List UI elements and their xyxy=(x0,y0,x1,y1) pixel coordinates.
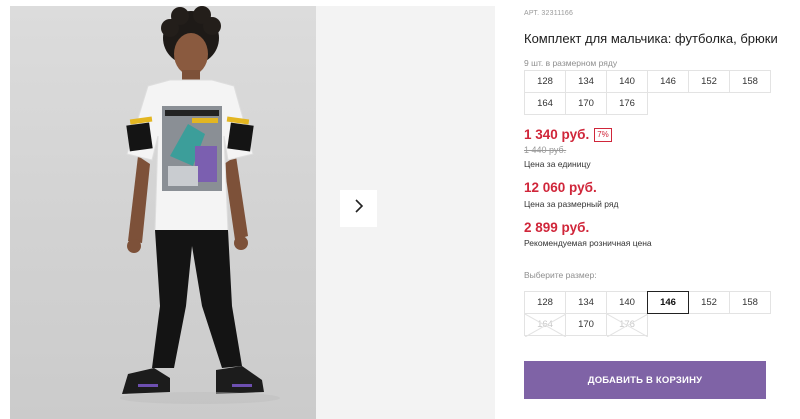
retail-price-label: Рекомендуемая розничная цена xyxy=(524,238,652,248)
size-row-item: 158 xyxy=(729,70,771,93)
crossed-out-icon xyxy=(525,314,566,337)
size-row-count: 9 шт. в размерном ряду xyxy=(524,58,618,68)
size-picker: 128 134 140 146 152 158 164 170 176 xyxy=(524,291,771,337)
size-option[interactable]: 140 xyxy=(606,291,648,314)
size-option-selected[interactable]: 146 xyxy=(647,291,689,314)
old-price: 1 440 руб. xyxy=(524,145,567,155)
crossed-out-icon xyxy=(607,314,648,337)
size-row-grid: 128 134 140 146 152 158 164 170 176 xyxy=(524,70,771,115)
retail-price: 2 899 руб. xyxy=(524,220,590,235)
next-image-button[interactable] xyxy=(340,190,377,227)
article-number: АРТ. 32311166 xyxy=(524,10,574,17)
size-option[interactable]: 128 xyxy=(524,291,566,314)
size-option-unavailable: 176 xyxy=(606,313,648,337)
row-price: 12 060 руб. xyxy=(524,180,597,195)
choose-size-label: Выберите размер: xyxy=(524,270,597,280)
product-gallery xyxy=(10,6,495,419)
size-option[interactable]: 134 xyxy=(565,291,607,314)
size-row-item: 176 xyxy=(606,92,648,115)
unit-price-label: Цена за единицу xyxy=(524,159,591,169)
chevron-right-icon xyxy=(353,199,365,218)
size-row-item: 140 xyxy=(606,70,648,93)
size-row-item: 164 xyxy=(524,92,566,115)
add-to-cart-button[interactable]: ДОБАВИТЬ В КОРЗИНУ xyxy=(524,361,766,399)
size-option-unavailable: 164 xyxy=(524,313,566,337)
boy-outfit-illustration xyxy=(120,6,280,404)
product-photo[interactable] xyxy=(10,6,316,419)
product-title: Комплект для мальчика: футболка, брюки xyxy=(524,31,778,46)
price-row: 1 340 руб. 7% xyxy=(524,127,612,142)
discount-badge: 7% xyxy=(594,127,612,142)
size-row-item: 170 xyxy=(565,92,607,115)
row-price-label: Цена за размерный ряд xyxy=(524,199,619,209)
size-row-item: 146 xyxy=(647,70,689,93)
size-option[interactable]: 170 xyxy=(565,313,607,336)
size-option[interactable]: 158 xyxy=(729,291,771,314)
size-row-item: 128 xyxy=(524,70,566,93)
current-price: 1 340 руб. xyxy=(524,127,590,142)
size-row-item: 134 xyxy=(565,70,607,93)
size-row-item: 152 xyxy=(688,70,730,93)
size-option[interactable]: 152 xyxy=(688,291,730,314)
